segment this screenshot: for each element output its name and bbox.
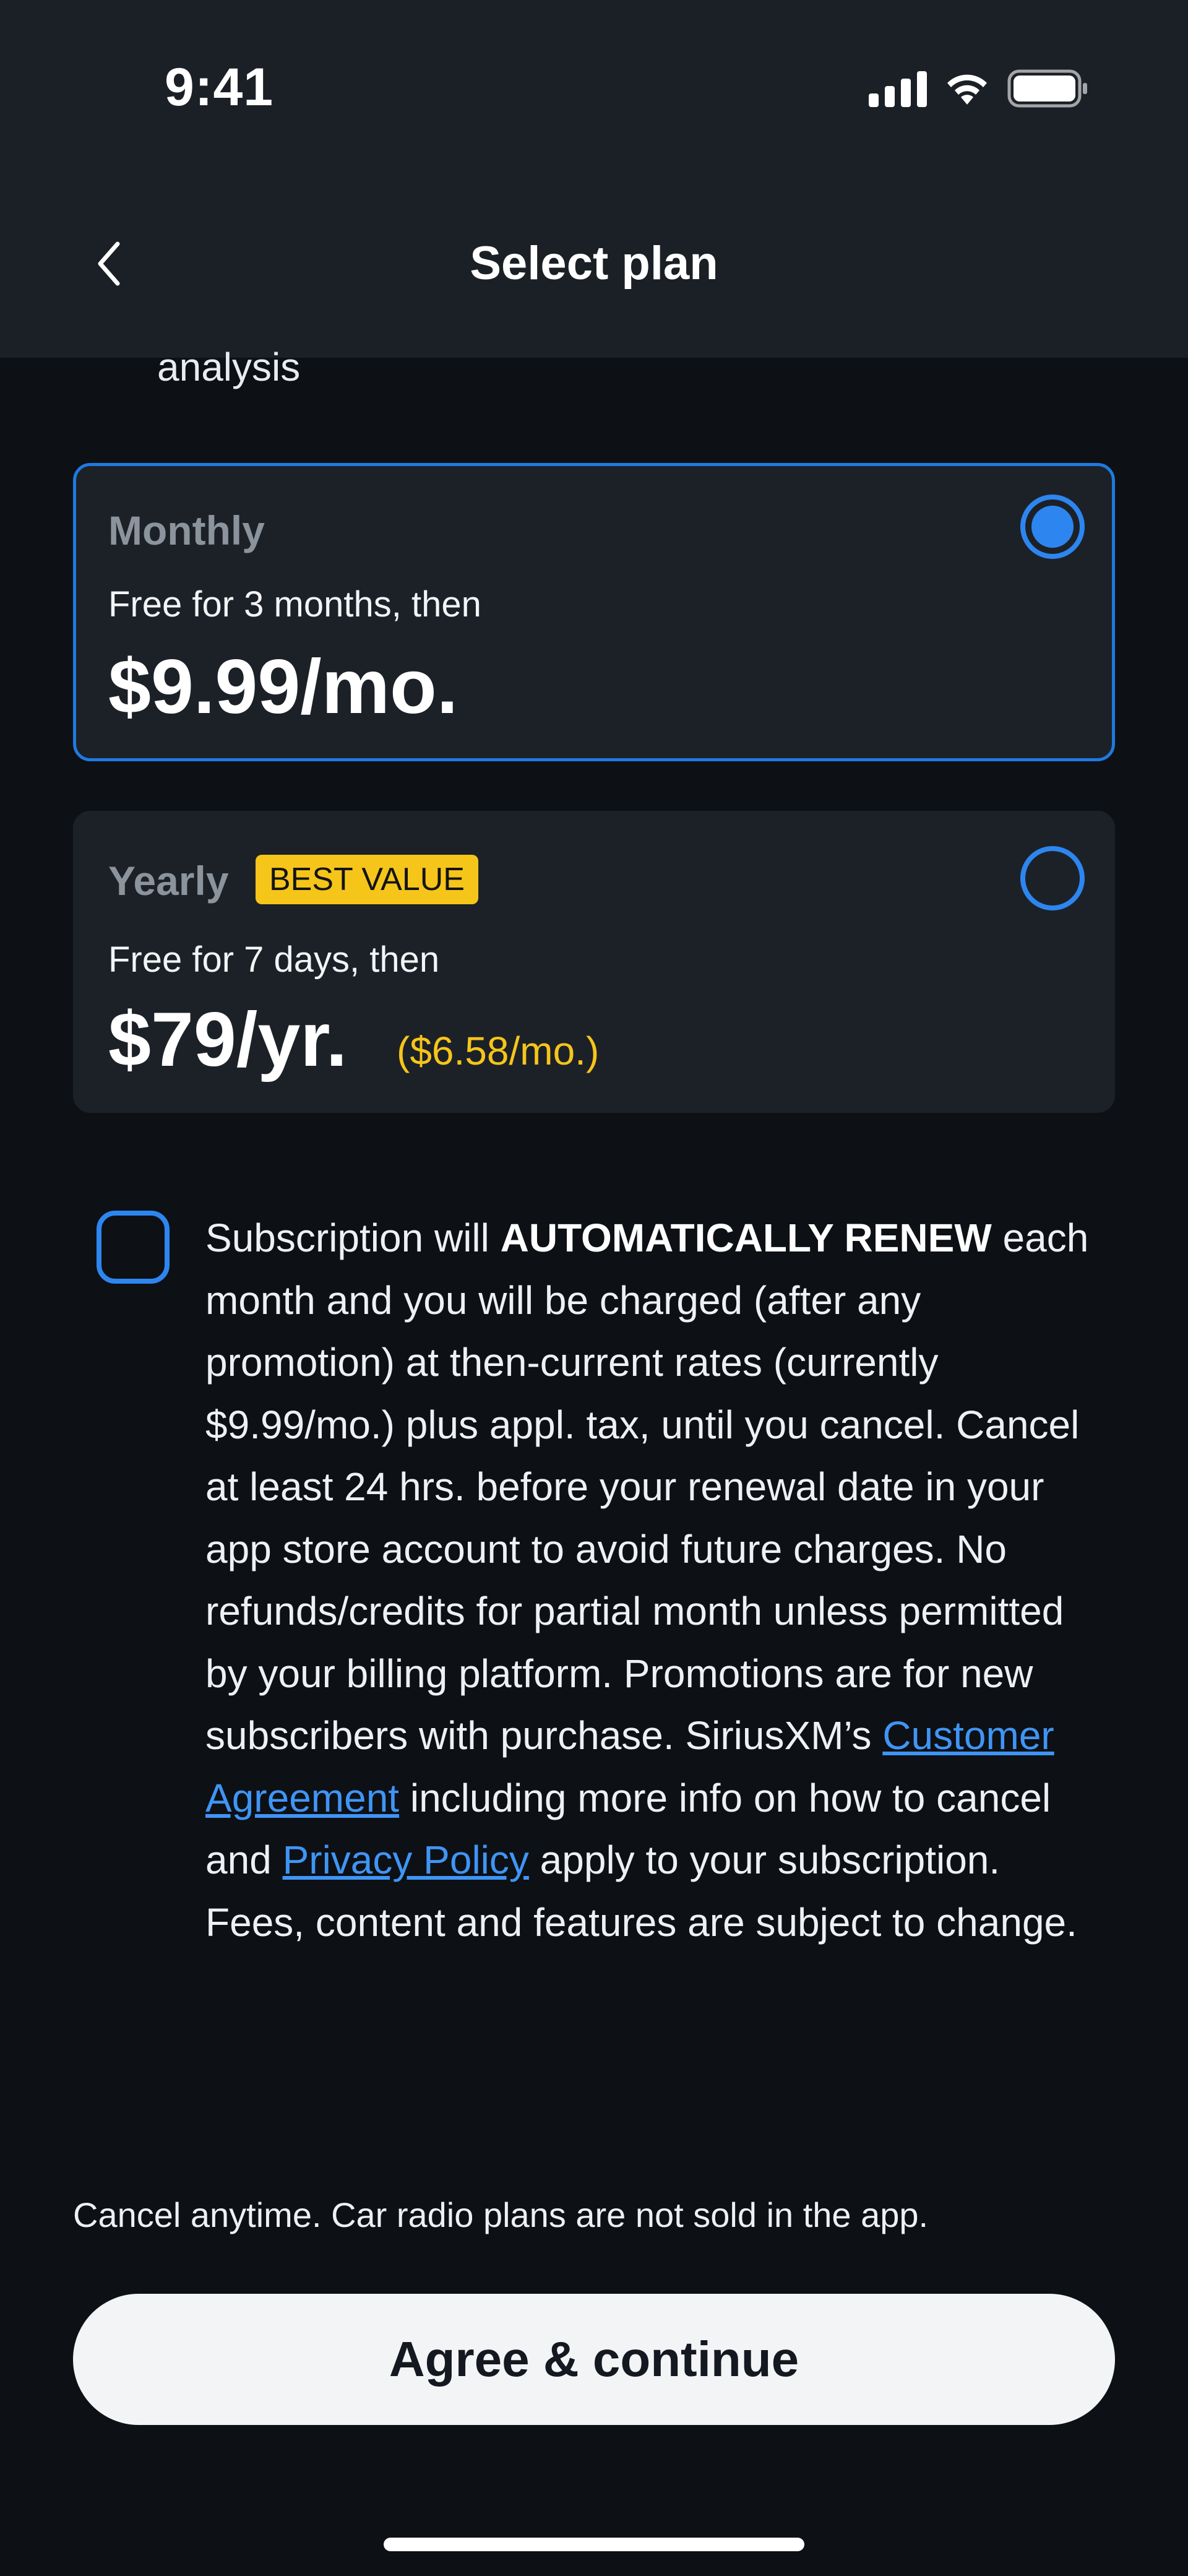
plan-subtitle: Free for 7 days, then: [108, 940, 440, 980]
agree-continue-button[interactable]: Agree & continue: [73, 2294, 1115, 2425]
home-indicator: [384, 2538, 804, 2551]
plan-name: Monthly: [108, 508, 265, 553]
plan-price: $79/yr.: [108, 997, 348, 1083]
terms-text: each month and you will be charged (afte…: [205, 1216, 1089, 1758]
radio-yearly[interactable]: [1020, 846, 1085, 910]
feature-text-partial: analysis: [157, 345, 301, 389]
agree-checkbox[interactable]: [97, 1211, 170, 1284]
terms-bold: AUTOMATICALLY RENEW: [500, 1216, 992, 1260]
cancel-note: Cancel anytime. Car radio plans are not …: [73, 2195, 929, 2234]
subscription-terms: Subscription will AUTOMATICALLY RENEW ea…: [205, 1207, 1096, 1953]
status-time: 9:41: [165, 58, 274, 117]
terms-text: Subscription will: [205, 1216, 501, 1260]
page-title: Select plan: [470, 237, 718, 290]
plan-per-month-price: ($6.58/mo.): [397, 1029, 600, 1073]
wifi-icon: [947, 74, 987, 105]
radio-monthly[interactable]: [1020, 495, 1085, 559]
status-icons: [869, 67, 1089, 110]
plan-price: $9.99/mo.: [108, 644, 458, 730]
cellular-signal-icon: [869, 70, 927, 107]
best-value-badge: BEST VALUE: [256, 855, 478, 904]
privacy-policy-link[interactable]: Privacy Policy: [283, 1838, 529, 1882]
radio-selected-dot: [1031, 506, 1074, 548]
plan-name: Yearly: [108, 858, 229, 904]
plan-subtitle: Free for 3 months, then: [108, 584, 481, 625]
header: 9:41 Select plan: [0, 0, 1188, 358]
plan-card-yearly[interactable]: Yearly BEST VALUE Free for 7 days, then …: [73, 811, 1115, 1113]
plan-card-monthly[interactable]: Monthly Free for 3 months, then $9.99/mo…: [73, 463, 1115, 761]
battery-icon: [1007, 69, 1087, 108]
